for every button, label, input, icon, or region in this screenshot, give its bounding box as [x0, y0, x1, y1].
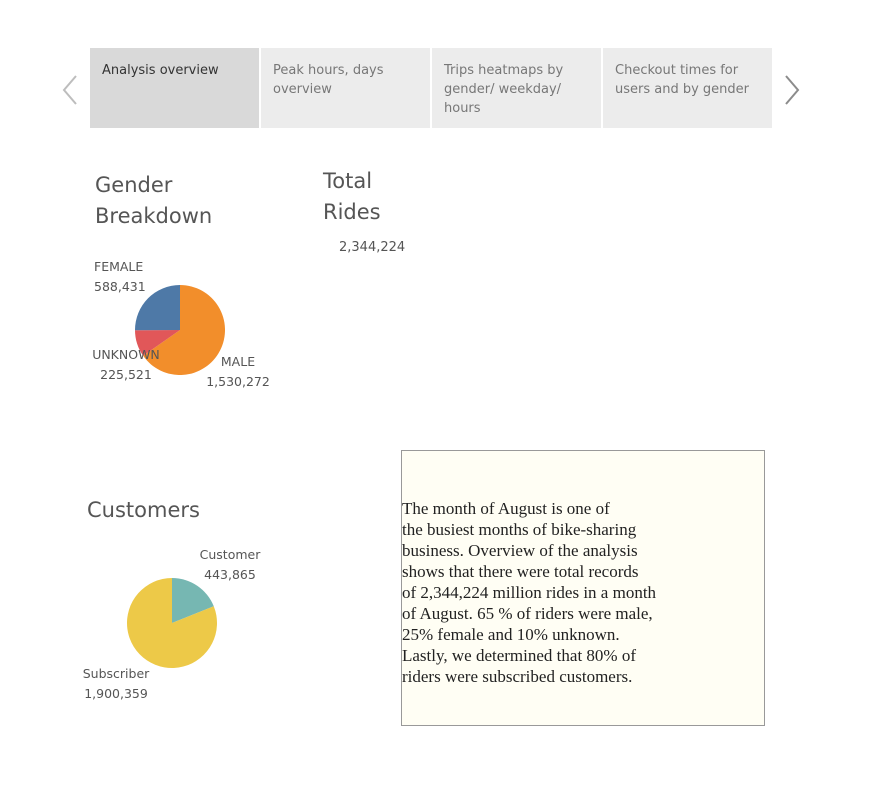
- total-rides-value: 2,344,224: [339, 240, 406, 255]
- tab-checkout-times[interactable]: Checkout times for users and by gender: [603, 48, 772, 128]
- subscriber-name: Subscriber: [82, 666, 150, 681]
- chevron-right-icon[interactable]: [780, 70, 804, 110]
- total-rides-title: Total Rides: [323, 169, 381, 224]
- unknown-label: UNKNOWN 225,521: [90, 345, 162, 385]
- female-label: FEMALE 588,431: [94, 257, 146, 297]
- tab-trips-heatmaps[interactable]: Trips heatmaps by gender/ weekday/ hours: [432, 48, 601, 128]
- unknown-name: UNKNOWN: [92, 347, 160, 362]
- customer-label: Customer 443,865: [196, 545, 264, 585]
- female-value: 588,431: [94, 279, 146, 294]
- tab-analysis-overview[interactable]: Analysis overview: [90, 48, 259, 128]
- subscriber-value: 1,900,359: [84, 686, 148, 701]
- summary-text-box: The month of August is one of the busies…: [401, 450, 765, 726]
- subscriber-label: Subscriber 1,900,359: [80, 664, 152, 704]
- male-label: MALE 1,530,272: [202, 352, 274, 392]
- gender-breakdown-title: Gender Breakdown: [95, 173, 213, 228]
- summary-text: The month of August is one of the busies…: [402, 499, 657, 686]
- unknown-value: 225,521: [100, 367, 152, 382]
- customer-name: Customer: [199, 547, 261, 562]
- male-name: MALE: [220, 354, 256, 369]
- female-name: FEMALE: [94, 259, 144, 274]
- customer-value: 443,865: [204, 567, 256, 582]
- male-value: 1,530,272: [206, 374, 270, 389]
- story-tabs: Analysis overview Peak hours, days overv…: [90, 48, 774, 128]
- customers-pie-chart[interactable]: [126, 577, 218, 669]
- chevron-left-icon[interactable]: [58, 70, 82, 110]
- tab-peak-hours[interactable]: Peak hours, days overview: [261, 48, 430, 128]
- customers-title: Customers: [87, 498, 200, 522]
